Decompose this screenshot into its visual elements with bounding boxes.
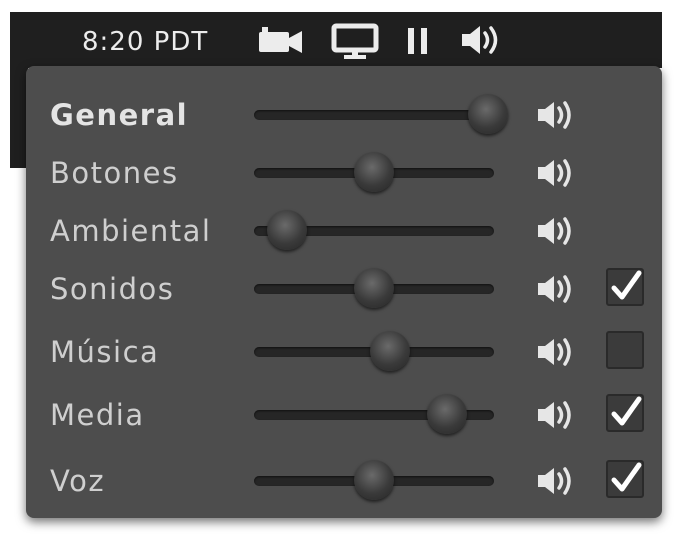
volume-row-voz: Voz — [26, 452, 662, 510]
speaker-icon[interactable] — [536, 271, 580, 307]
volume-slider-musica[interactable] — [254, 331, 494, 371]
speaker-icon[interactable] — [536, 155, 580, 191]
checkbox-sonidos[interactable] — [606, 268, 644, 306]
speaker-icon[interactable] — [536, 334, 580, 370]
volume-label-sonidos: Sonidos — [50, 272, 175, 306]
volume-label-media: Media — [50, 398, 145, 432]
volume-label-voz: Voz — [50, 464, 106, 498]
camera-icon[interactable] — [256, 20, 306, 60]
volume-slider-media[interactable] — [254, 394, 494, 434]
volume-row-musica: Música — [26, 323, 662, 381]
pause-icon[interactable] — [404, 20, 434, 60]
volume-slider-botones[interactable] — [254, 152, 494, 192]
speaker-icon[interactable] — [536, 97, 580, 133]
speaker-icon[interactable] — [536, 463, 580, 499]
checkbox-voz[interactable] — [606, 460, 644, 498]
volume-slider-general[interactable] — [254, 94, 508, 134]
speaker-icon[interactable] — [460, 20, 508, 60]
volume-label-musica: Música — [50, 335, 160, 369]
slider-knob[interactable] — [354, 152, 394, 192]
volume-label-ambiental: Ambiental — [50, 214, 212, 248]
volume-label-general: General — [50, 98, 189, 132]
slider-knob[interactable] — [354, 268, 394, 308]
slider-knob[interactable] — [468, 94, 508, 134]
volume-row-botones: Botones — [26, 144, 662, 202]
volume-row-media: Media — [26, 386, 662, 444]
volume-row-general: General — [26, 86, 662, 144]
checkbox-musica[interactable] — [606, 331, 644, 369]
slider-knob[interactable] — [354, 460, 394, 500]
volume-row-sonidos: Sonidos — [26, 260, 662, 318]
volume-slider-ambiental[interactable] — [254, 210, 494, 250]
volume-slider-sonidos[interactable] — [254, 268, 494, 308]
volume-slider-voz[interactable] — [254, 460, 494, 500]
volume-row-ambiental: Ambiental — [26, 202, 662, 260]
slider-knob[interactable] — [426, 394, 467, 434]
speaker-icon[interactable] — [536, 397, 580, 433]
speaker-icon[interactable] — [536, 213, 580, 249]
checkbox-media[interactable] — [606, 394, 644, 432]
monitor-icon[interactable] — [330, 20, 382, 60]
volume-label-botones: Botones — [50, 156, 179, 190]
slider-knob[interactable] — [369, 331, 410, 371]
volume-panel: General Botones Ambiental Sonidos Música Medi… — [26, 66, 662, 518]
clock[interactable]: 8:20 PDT — [82, 24, 208, 60]
slider-knob[interactable] — [267, 210, 308, 250]
